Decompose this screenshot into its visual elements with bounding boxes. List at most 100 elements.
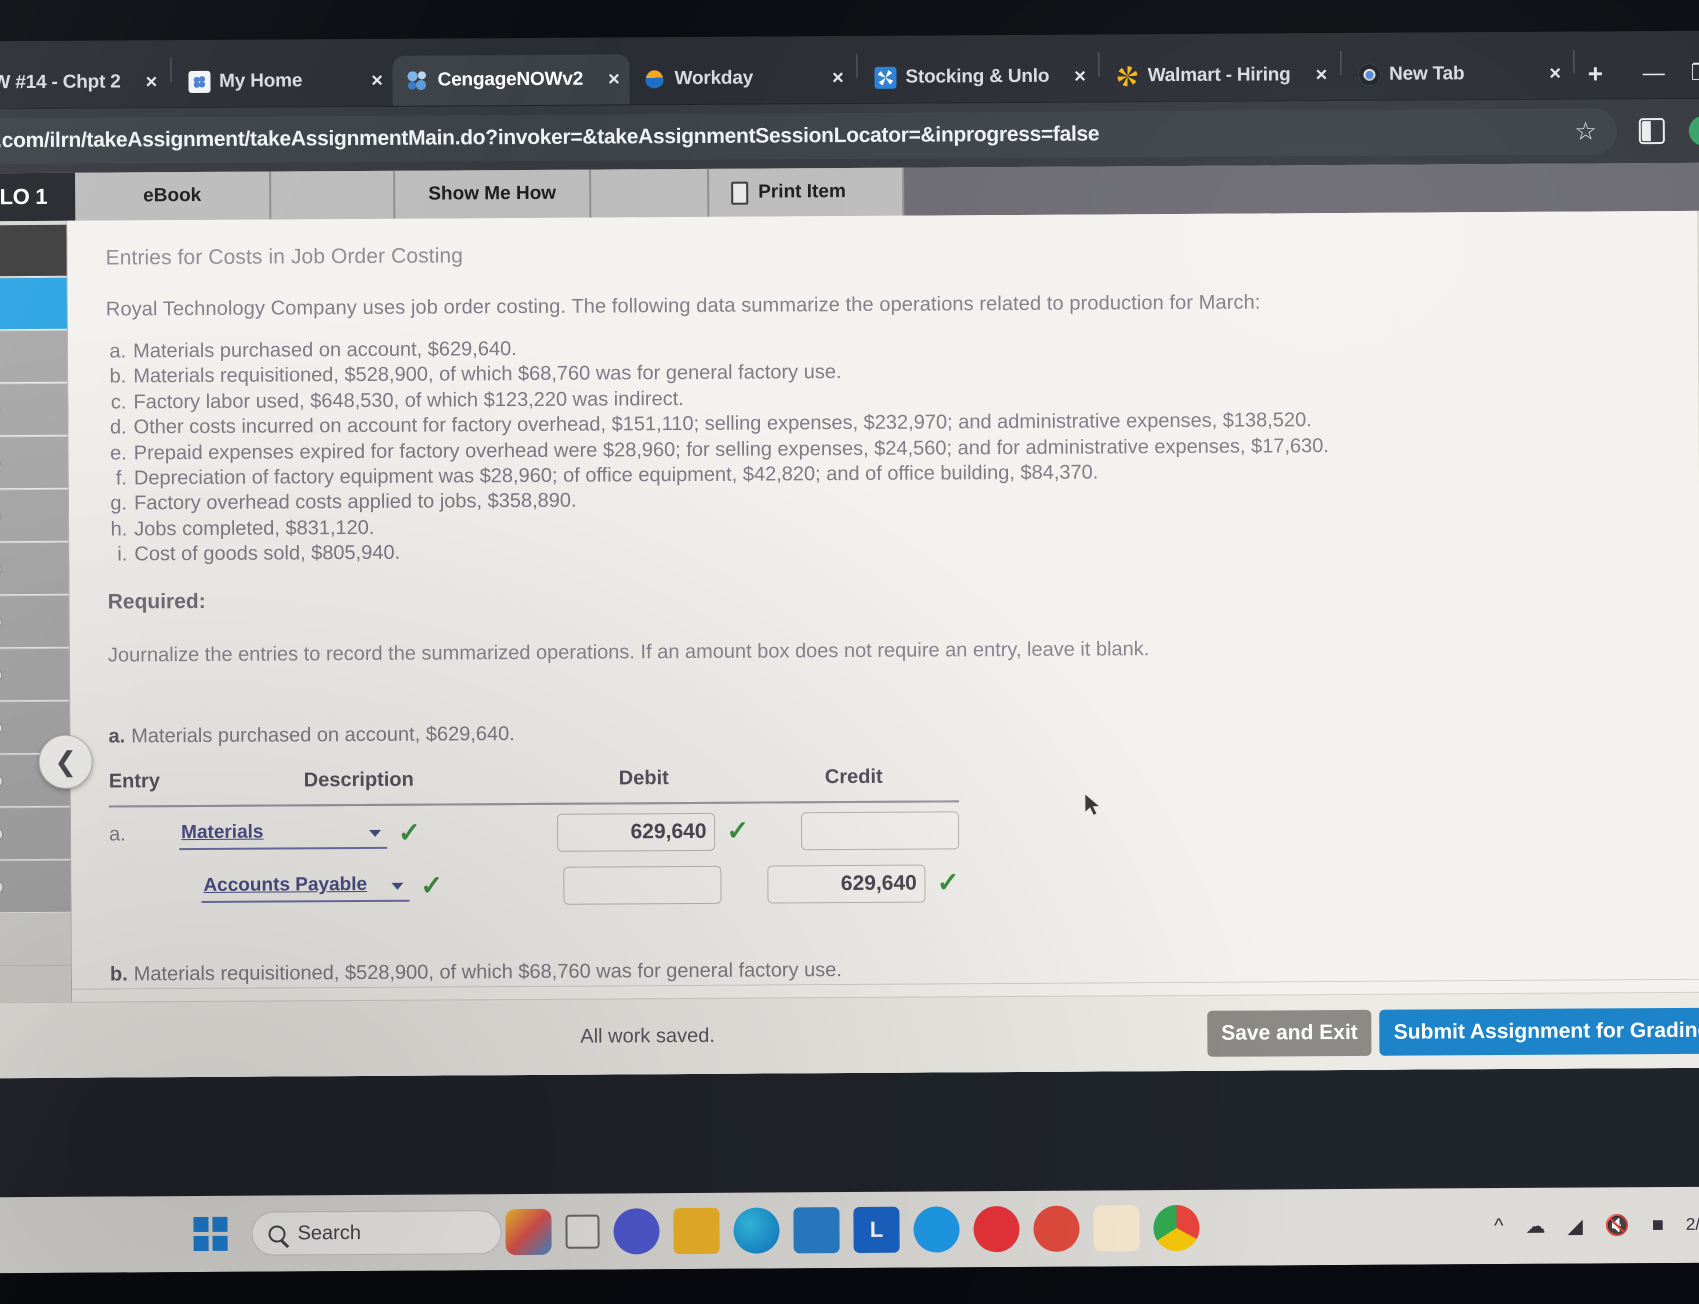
- calculator-icon[interactable]: [565, 1214, 600, 1249]
- search-icon: [268, 1224, 286, 1243]
- rail-item-4[interactable]: [0, 436, 68, 490]
- photos-icon[interactable]: [1033, 1205, 1080, 1252]
- credit-input[interactable]: [800, 810, 960, 850]
- close-icon[interactable]: ×: [832, 67, 844, 89]
- rail-item-2[interactable]: [0, 330, 68, 384]
- battery-icon[interactable]: ■: [1652, 1214, 1664, 1237]
- minimize-button[interactable]: —: [1643, 60, 1665, 85]
- paint-icon[interactable]: [505, 1208, 552, 1256]
- new-tab-button[interactable]: +: [1578, 58, 1613, 98]
- rail-item-5[interactable]: [0, 489, 69, 543]
- side-panel-icon[interactable]: [1638, 118, 1665, 145]
- chevron-up-icon[interactable]: ^: [1494, 1215, 1504, 1238]
- intro-paragraph: Royal Technology Company uses job order …: [105, 291, 1261, 321]
- close-icon[interactable]: ×: [146, 71, 158, 93]
- status-dot-icon: [0, 561, 2, 576]
- close-icon[interactable]: ×: [1315, 64, 1327, 86]
- browser-tab-0[interactable]: W #14 - Chpt 2 ×: [0, 57, 167, 108]
- browser-tab-1[interactable]: My Home ×: [174, 56, 393, 107]
- list-item-label: h.: [110, 518, 128, 541]
- browser-tab-2[interactable]: CengageNOWv2 ×: [392, 54, 630, 106]
- rail-item-1[interactable]: [0, 277, 68, 331]
- debit-cell: [539, 856, 749, 910]
- close-icon[interactable]: ×: [1074, 66, 1086, 88]
- rail-item-12[interactable]: [0, 860, 71, 914]
- rail-item-3[interactable]: [0, 383, 68, 437]
- bookmark-star-icon[interactable]: ☆: [1568, 117, 1603, 145]
- chrome-icon: [1358, 64, 1380, 86]
- row-label: a.: [109, 823, 126, 846]
- walmart-square-icon: [874, 66, 897, 89]
- credit-input[interactable]: [767, 864, 926, 904]
- browser-tab-6[interactable]: New Tab ×: [1344, 49, 1571, 100]
- account-select[interactable]: Materials: [179, 818, 388, 850]
- rail-item-7[interactable]: [0, 595, 69, 649]
- chrome-icon[interactable]: [1153, 1204, 1200, 1252]
- debit-input[interactable]: [563, 865, 722, 905]
- tab-separator: [1339, 50, 1342, 75]
- tab-separator: [1573, 49, 1575, 74]
- list-item-label: d.: [109, 416, 127, 439]
- print-item-button[interactable]: Print Item: [709, 167, 905, 217]
- teams-icon[interactable]: [613, 1208, 660, 1255]
- status-dot-icon: [0, 826, 4, 841]
- rail-item-13: [0, 913, 71, 967]
- printer-icon: [731, 181, 749, 205]
- zoom-icon[interactable]: [913, 1206, 960, 1253]
- maximize-button[interactable]: ❐: [1691, 60, 1699, 85]
- clock[interactable]: 2/4: [1686, 1214, 1699, 1234]
- collapse-rail-button[interactable]: ❮: [38, 734, 93, 789]
- assignment-content: Entries for Costs in Job Order Costing R…: [67, 210, 1699, 1078]
- tab-separator: [169, 57, 172, 82]
- status-dot-icon: [0, 773, 3, 788]
- account-select-wrapper[interactable]: Materials: [179, 818, 388, 850]
- browser-tab-3[interactable]: Workday ×: [629, 53, 853, 104]
- cengage-icon: [407, 70, 429, 92]
- col-credit: Credit: [748, 764, 959, 803]
- system-tray: ^ ☁ ◢ 🔇 ■ 2/4: [1494, 1212, 1699, 1238]
- toolbar-spacer-3: [904, 162, 1699, 216]
- rail-item-0[interactable]: [0, 224, 67, 278]
- show-me-how-button[interactable]: Show Me How: [395, 169, 592, 219]
- file-explorer-icon[interactable]: [673, 1207, 720, 1255]
- cursor-arrow-icon: [1084, 792, 1102, 817]
- tab-title: Stocking & Unlo: [905, 65, 1050, 88]
- store-icon[interactable]: [793, 1207, 840, 1254]
- tab-title: CengageNOWv2: [437, 68, 584, 91]
- wifi-icon[interactable]: ◢: [1567, 1213, 1583, 1238]
- table-row: Accounts Payable ✓ 629,640 ✓: [109, 855, 960, 913]
- close-icon[interactable]: ×: [1549, 63, 1561, 85]
- saved-status-text: All work saved.: [580, 1024, 715, 1048]
- volume-mute-icon[interactable]: 🔇: [1605, 1213, 1630, 1238]
- save-and-exit-button[interactable]: Save and Exit: [1207, 1009, 1372, 1057]
- edge-icon[interactable]: [733, 1207, 780, 1254]
- submit-assignment-button[interactable]: Submit Assignment for Grading: [1379, 1007, 1699, 1056]
- rail-item-6[interactable]: [0, 542, 69, 596]
- browser-tab-5[interactable]: Walmart - Hiring ×: [1103, 50, 1338, 101]
- mcafee-icon[interactable]: [973, 1205, 1020, 1253]
- cloud-icon[interactable]: ☁: [1525, 1213, 1545, 1238]
- toolbar-spacer-2: [591, 168, 710, 218]
- search-input[interactable]: Search: [251, 1210, 502, 1256]
- rail-item-8[interactable]: [0, 648, 70, 702]
- tab-title: New Tab: [1388, 63, 1465, 85]
- workday-icon: [643, 68, 665, 90]
- omnibox[interactable]: w.com/ilrn/takeAssignment/takeAssignment…: [0, 108, 1617, 165]
- debit-input[interactable]: [557, 812, 716, 852]
- start-icon[interactable]: [193, 1216, 228, 1252]
- close-icon[interactable]: ×: [371, 70, 383, 92]
- ebook-button[interactable]: eBook: [75, 171, 272, 221]
- url-text[interactable]: w.com/ilrn/takeAssignment/takeAssignment…: [0, 120, 1568, 154]
- account-select-wrapper[interactable]: Accounts Payable: [201, 871, 410, 903]
- rail-item-11[interactable]: [0, 807, 71, 861]
- profile-avatar[interactable]: [1688, 115, 1699, 146]
- list-item-text: Materials requisitioned, $528,900, of wh…: [133, 361, 842, 388]
- lego-icon[interactable]: [1093, 1205, 1140, 1252]
- tab-title: My Home: [219, 70, 303, 92]
- scroll-region: Entries for Costs in Job Order Costing R…: [67, 210, 1699, 990]
- outlook-icon[interactable]: L: [853, 1206, 900, 1254]
- browser-tab-4[interactable]: Stocking & Unlo ×: [860, 52, 1096, 103]
- tab-title: Workday: [674, 67, 754, 90]
- account-select[interactable]: Accounts Payable: [201, 871, 410, 903]
- close-icon[interactable]: ×: [608, 68, 620, 90]
